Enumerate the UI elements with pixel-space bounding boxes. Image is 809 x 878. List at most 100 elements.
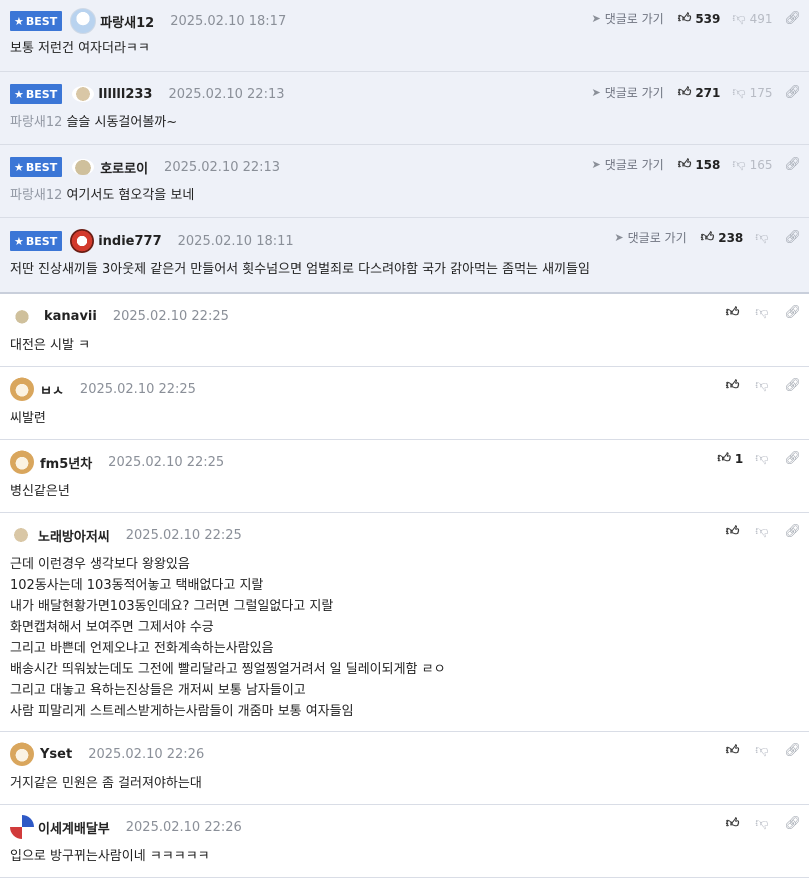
comment-line: 그리고 바쁜데 언제오냐고 전화계속하는사람있음	[10, 641, 274, 656]
thumb-down-icon: 👎︎	[732, 157, 746, 172]
comment-date: 2025.02.10 22:13	[164, 159, 281, 175]
best-comment: ★ BEST Illlll233 2025.02.10 22:13 ➤ 댓글로 가기…	[0, 72, 809, 145]
downvote-button[interactable]: 👎︎	[755, 305, 772, 320]
comment-text: 대전은 시발 ㅋ	[10, 338, 91, 353]
arrow-icon: ➤	[614, 231, 624, 244]
upvote-button[interactable]: 👍︎	[726, 816, 744, 831]
upvote-button[interactable]: 👍︎ 238	[701, 230, 744, 245]
nickname[interactable]: Yset	[40, 747, 72, 762]
downvote-button[interactable]: 👎︎	[755, 816, 772, 831]
downvote-button[interactable]: 👎︎	[755, 378, 772, 393]
best-comment: ★ BEST 파랑새12 2025.02.10 18:17 ➤ 댓글로 가기 👍︎ 5…	[0, 0, 809, 72]
downvote-button[interactable]: 👎︎ 165	[732, 157, 772, 172]
best-badge: ★ BEST	[10, 84, 63, 104]
avatar[interactable]	[72, 159, 95, 175]
avatar[interactable]	[10, 527, 32, 543]
link-icon[interactable]: 🔗︎	[784, 85, 801, 100]
nickname[interactable]: fm5년차	[40, 453, 92, 472]
best-badge: ★ BEST	[10, 11, 63, 31]
avatar[interactable]	[72, 86, 95, 102]
downvote-button[interactable]: 👎︎	[755, 743, 772, 758]
nickname[interactable]: 파랑새12	[100, 12, 154, 31]
best-badge: ★ BEST	[10, 231, 63, 251]
thumb-up-icon: 👍︎	[677, 157, 692, 172]
upvote-button[interactable]: 👍︎	[726, 378, 744, 393]
nickname[interactable]: ㅂㅅ	[40, 380, 64, 399]
go-to-reply-link[interactable]: ➤ 댓글로 가기	[591, 10, 663, 27]
downvote-button[interactable]: 👎︎	[755, 524, 772, 539]
avatar[interactable]	[10, 742, 34, 766]
nickname[interactable]: 이세계배달부	[38, 818, 110, 837]
link-icon[interactable]: 🔗︎	[784, 305, 801, 320]
avatar[interactable]	[10, 815, 34, 839]
best-comments: ★ BEST 파랑새12 2025.02.10 18:17 ➤ 댓글로 가기 👍︎ 5…	[0, 0, 809, 294]
thumb-down-icon: 👎︎	[755, 451, 769, 466]
comment-date: 2025.02.10 22:26	[88, 746, 205, 762]
nickname[interactable]: kanavii	[44, 309, 97, 324]
downvote-button[interactable]: 👎︎ 175	[732, 85, 772, 100]
avatar[interactable]	[70, 8, 97, 34]
comment-text: 근데 이런경우 생각보다 왕왕있음 102동사는데 103동적어놓고 택배없다고…	[10, 554, 446, 722]
star-icon: ★	[14, 14, 24, 28]
avatar[interactable]	[14, 308, 30, 324]
comment-list: ★ BEST 파랑새12 2025.02.10 18:17 ➤ 댓글로 가기 👍︎ 5…	[0, 0, 809, 878]
quoted-nickname[interactable]: 파랑새12	[10, 115, 62, 130]
arrow-icon: ➤	[591, 12, 601, 25]
comment-date: 2025.02.10 22:25	[112, 308, 229, 324]
thumb-down-icon: 👎︎	[755, 230, 769, 245]
thumb-down-icon: 👎︎	[755, 524, 769, 539]
upvote-button[interactable]: 👍︎	[726, 524, 744, 539]
upvote-button[interactable]: 👍︎ 271	[678, 85, 721, 100]
comment-date: 2025.02.10 18:17	[170, 13, 287, 29]
avatar[interactable]	[70, 229, 95, 253]
downvote-button[interactable]: 👎︎ 491	[732, 11, 772, 26]
thumb-down-icon: 👎︎	[755, 305, 769, 320]
thumb-down-icon: 👎︎	[755, 743, 769, 758]
go-to-reply-link[interactable]: ➤ 댓글로 가기	[591, 156, 663, 173]
link-icon[interactable]: 🔗︎	[784, 524, 801, 539]
comment-line: 그리고 대놓고 욕하는진상들은 개저씨 보통 남자들이고	[10, 683, 306, 698]
upvote-button[interactable]: 👍︎ 158	[678, 157, 721, 172]
link-icon[interactable]: 🔗︎	[784, 157, 801, 172]
comment-line: 102동사는데 103동적어놓고 택배없다고 지랄	[10, 578, 264, 593]
nickname[interactable]: indie777	[98, 234, 161, 249]
comment-date: 2025.02.10 18:11	[177, 233, 294, 249]
arrow-icon: ➤	[591, 86, 601, 99]
thumb-up-icon: 👍︎	[725, 524, 740, 539]
comment-line: 근데 이런경우 생각보다 왕왕있음	[10, 557, 190, 572]
link-icon[interactable]: 🔗︎	[784, 230, 801, 245]
upvote-button[interactable]: 👍︎ 539	[678, 11, 721, 26]
comment-date: 2025.02.10 22:26	[125, 819, 242, 835]
link-icon[interactable]: 🔗︎	[784, 451, 801, 466]
comment: ㅂㅅ 2025.02.10 22:25 👍︎ 👎︎ 🔗︎ 씨발련	[0, 367, 809, 440]
star-icon: ★	[14, 160, 24, 174]
downvote-button[interactable]: 👎︎	[755, 451, 772, 466]
upvote-button[interactable]: 👍︎	[726, 743, 744, 758]
comment-line: 내가 배달현황가면103동인데요? 그러면 그럴일없다고 지랄	[10, 599, 334, 614]
link-icon[interactable]: 🔗︎	[784, 743, 801, 758]
go-to-reply-link[interactable]: ➤ 댓글로 가기	[614, 229, 686, 246]
thumb-down-icon: 👎︎	[732, 11, 746, 26]
nickname[interactable]: 호로로이	[100, 158, 148, 177]
comment: kanavii 2025.02.10 22:25 👍︎ 👎︎ 🔗︎ 대전은 시발…	[0, 294, 809, 367]
avatar[interactable]	[10, 450, 34, 474]
comment-body: 파랑새12 슬슬 시동걸어볼까~	[10, 112, 177, 133]
comment-date: 2025.02.10 22:13	[168, 86, 285, 102]
nickname[interactable]: Illlll233	[98, 87, 152, 102]
quoted-nickname[interactable]: 파랑새12	[10, 188, 62, 203]
avatar[interactable]	[10, 377, 34, 401]
nickname[interactable]: 노래방아저씨	[38, 526, 110, 545]
comment-text: 입으로 방구뀌는사람이네 ㅋㅋㅋㅋㅋ	[10, 849, 210, 864]
go-to-reply-link[interactable]: ➤ 댓글로 가기	[591, 84, 663, 101]
upvote-button[interactable]: 👍︎	[726, 305, 744, 320]
comment-text: 여기서도 혐오각을 보네	[66, 188, 195, 203]
link-icon[interactable]: 🔗︎	[784, 816, 801, 831]
thumb-up-icon: 👍︎	[725, 816, 740, 831]
link-icon[interactable]: 🔗︎	[784, 378, 801, 393]
downvote-button[interactable]: 👎︎	[755, 230, 772, 245]
comment-date: 2025.02.10 22:25	[108, 454, 225, 470]
thumb-down-icon: 👎︎	[732, 85, 746, 100]
link-icon[interactable]: 🔗︎	[784, 11, 801, 26]
upvote-button[interactable]: 👍︎ 1	[717, 451, 743, 466]
comment-body: 파랑새12 여기서도 혐오각을 보네	[10, 185, 194, 206]
